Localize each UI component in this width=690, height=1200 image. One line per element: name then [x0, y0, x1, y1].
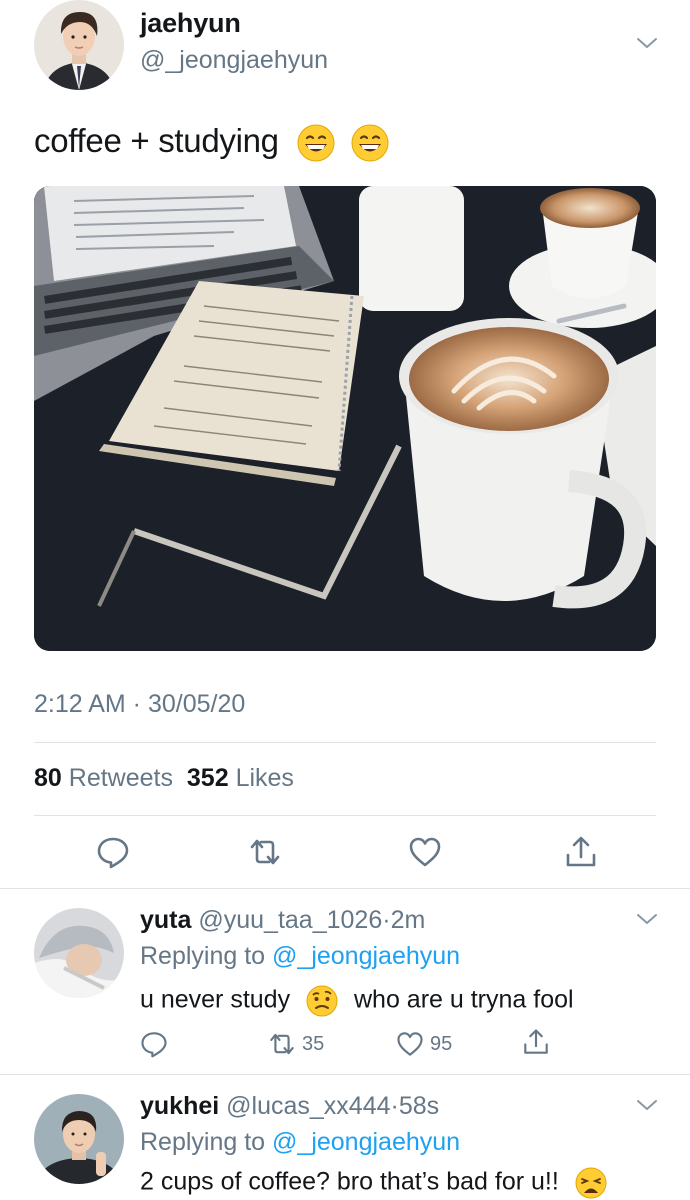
divider — [34, 742, 656, 743]
separator: · — [382, 906, 391, 934]
separator: · — [390, 1092, 399, 1120]
replying-to-mention[interactable]: @_jeongjaehyun — [272, 942, 460, 970]
reply-author-name[interactable]: yuta — [140, 906, 191, 934]
grinning-face-emoji — [297, 124, 335, 162]
replying-to-mention[interactable]: @_jeongjaehyun — [272, 1128, 460, 1156]
retweet-icon[interactable] — [248, 835, 282, 869]
reply-retweet-count: 35 — [302, 1032, 325, 1055]
tweet-text-content: coffee + studying — [34, 122, 279, 159]
reply-author-handle[interactable]: @yuu_taa_1026 — [198, 906, 382, 934]
reply-time: 58s — [398, 1092, 440, 1120]
reply-text: u never study who are u tryna fool — [140, 984, 574, 1018]
confused-face-emoji — [306, 985, 338, 1017]
reply-reply-button[interactable] — [140, 1030, 168, 1058]
reply-header: yuta @yuu_taa_1026·2m — [140, 906, 425, 935]
grinning-face-emoji — [351, 124, 389, 162]
tweet-text: coffee + studying — [34, 122, 390, 163]
author-name[interactable]: jaehyun — [140, 8, 241, 39]
likes-label: Likes — [235, 764, 294, 792]
tweet-stats: 80 Retweets 352 Likes — [34, 764, 294, 793]
likes-stat[interactable]: 352 Likes — [187, 764, 294, 792]
retweets-count: 80 — [34, 764, 62, 792]
replying-to-prefix: Replying to — [140, 942, 266, 970]
chevron-down-icon[interactable] — [636, 912, 658, 926]
like-icon[interactable] — [408, 835, 442, 869]
reply-like-count: 95 — [430, 1032, 453, 1055]
reply-like-button[interactable]: 95 — [396, 1030, 452, 1058]
share-icon[interactable] — [564, 835, 598, 869]
retweet-icon — [270, 1033, 294, 1055]
weary-face-emoji — [575, 1167, 607, 1199]
retweets-stat[interactable]: 80 Retweets — [34, 764, 173, 792]
reply-author-handle[interactable]: @lucas_xx444 — [226, 1092, 390, 1120]
reply-text-before: u never study — [140, 985, 291, 1014]
reply-author-name[interactable]: yukhei — [140, 1092, 219, 1120]
reply-icon — [141, 1032, 167, 1058]
replying-to-prefix: Replying to — [140, 1128, 266, 1156]
reply-text: 2 cups of coffee? bro that’s bad for u!! — [140, 1166, 608, 1200]
reply-icon[interactable] — [96, 835, 130, 869]
tweet-timestamp: 2:12 AM · 30/05/20 — [34, 690, 246, 718]
retweets-label: Retweets — [68, 764, 173, 792]
divider — [0, 1074, 690, 1075]
likes-count: 352 — [186, 764, 229, 792]
reply-retweet-button[interactable]: 35 — [268, 1030, 324, 1058]
tweet-photo[interactable] — [34, 186, 656, 651]
replying-to: Replying to @_jeongjaehyun — [140, 942, 460, 971]
reply-share-button[interactable] — [522, 1028, 550, 1056]
chevron-down-icon[interactable] — [636, 36, 658, 50]
share-icon — [524, 1029, 548, 1054]
reply-avatar[interactable] — [34, 1094, 124, 1184]
author-handle[interactable]: @_jeongjaehyun — [140, 46, 328, 75]
reply-time: 2m — [390, 906, 426, 934]
divider — [34, 815, 656, 816]
reply-text-before: 2 cups of coffee? bro that’s bad for u!! — [140, 1167, 559, 1196]
reply-header: yukhei @lucas_xx444·58s — [140, 1092, 439, 1121]
reply-avatar[interactable] — [34, 908, 124, 998]
divider — [0, 888, 690, 889]
chevron-down-icon[interactable] — [636, 1098, 658, 1112]
like-icon — [397, 1032, 423, 1056]
reply-text-after: who are u tryna fool — [354, 985, 574, 1014]
author-avatar[interactable] — [34, 0, 124, 90]
replying-to: Replying to @_jeongjaehyun — [140, 1128, 460, 1157]
